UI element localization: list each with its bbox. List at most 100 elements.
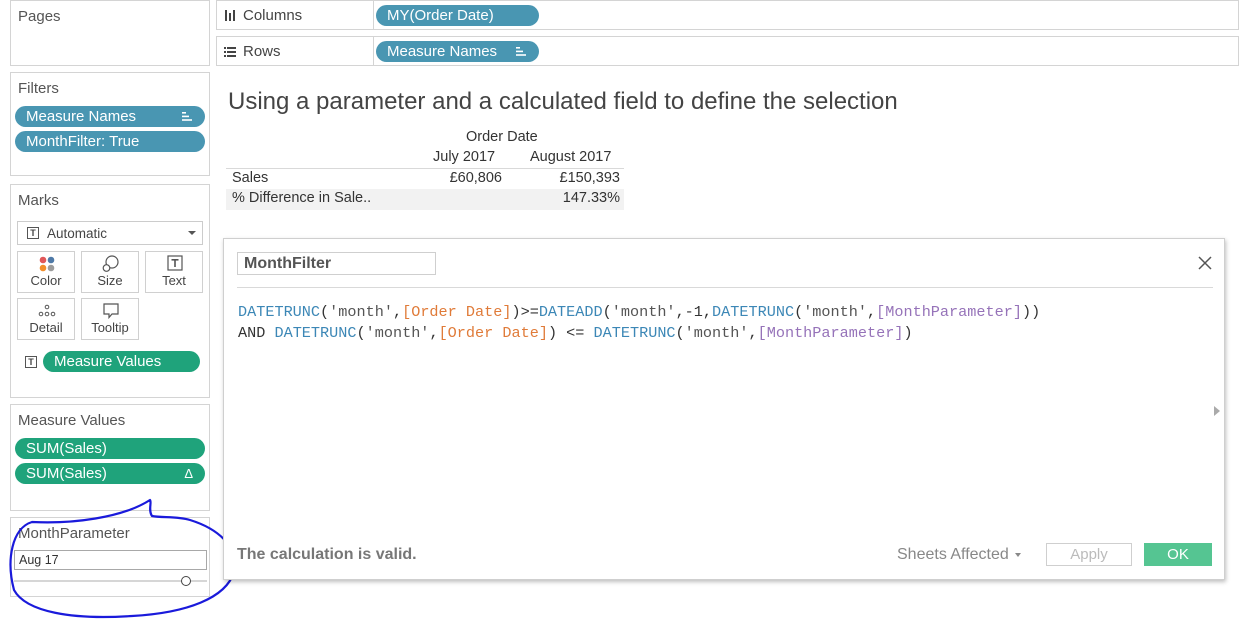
page-title: Using a parameter and a calculated field… xyxy=(228,88,898,115)
pages-card: Pages xyxy=(10,0,210,66)
cell-value: £150,393 xyxy=(559,170,620,186)
columns-icon xyxy=(224,8,236,27)
formula-token: 'month' xyxy=(684,324,749,342)
shelf-divider xyxy=(373,37,374,65)
shelf-divider xyxy=(373,1,374,29)
size-label: Size xyxy=(97,273,123,288)
formula-token: ( xyxy=(675,324,685,342)
formula-line: AND DATETRUNC('month',[Order Date]) <= D… xyxy=(238,324,913,342)
mark-type-dropdown[interactable]: T Automatic xyxy=(17,221,203,245)
apply-button[interactable]: Apply xyxy=(1046,543,1132,566)
formula-token: )) xyxy=(1021,303,1041,321)
formula-token: 'month' xyxy=(329,303,393,321)
column-group-header: Order Date xyxy=(466,129,538,145)
formula-token: [Order Date] xyxy=(402,303,512,321)
formula-token: , xyxy=(748,324,758,342)
filters-title: Filters xyxy=(18,80,59,97)
parameter-slider-handle[interactable] xyxy=(181,576,191,586)
columns-pill-order-date[interactable]: MY(Order Date) xyxy=(376,5,539,26)
measure-value-pill-label: SUM(Sales) xyxy=(26,465,107,482)
ok-button[interactable]: OK xyxy=(1144,543,1212,566)
formula-token: ( xyxy=(794,303,804,321)
filters-card: Filters Measure Names MonthFilter: True xyxy=(10,72,210,176)
tooltip-button[interactable]: Tooltip xyxy=(81,298,139,340)
crosstab: Order Date July 2017 August 2017 Sales £… xyxy=(226,125,626,215)
column-header-july[interactable]: July 2017 xyxy=(433,149,495,165)
formula-token: DATETRUNC xyxy=(593,324,676,342)
tooltip-icon xyxy=(103,303,119,320)
filter-pill-label: Measure Names xyxy=(26,108,137,125)
chevron-down-icon xyxy=(1015,552,1022,557)
measure-value-pill-delta[interactable]: SUM(Sales) Δ xyxy=(15,463,205,484)
formula-token: 'month' xyxy=(611,303,676,321)
formula-token: , xyxy=(392,303,403,321)
detail-icon xyxy=(38,304,56,317)
formula-editor[interactable]: DATETRUNC('month',[Order Date])>=DATEADD… xyxy=(224,295,1214,535)
text-button[interactable]: Text xyxy=(145,251,203,293)
formula-token: [MonthParameter] xyxy=(757,324,904,342)
rows-pill-measure-names[interactable]: Measure Names xyxy=(376,41,539,62)
calc-name: MonthFilter xyxy=(244,255,332,272)
detail-button[interactable]: Detail xyxy=(17,298,75,340)
cell-value: £60,806 xyxy=(449,170,502,186)
text-encoding-icon: T xyxy=(25,356,37,368)
columns-shelf[interactable]: Columns MY(Order Date) xyxy=(216,0,1239,30)
measure-value-pill[interactable]: SUM(Sales) xyxy=(15,438,205,459)
parameter-card: MonthParameter Aug 17 xyxy=(10,517,210,597)
size-button[interactable]: Size xyxy=(81,251,139,293)
filter-pill-measure-names[interactable]: Measure Names xyxy=(15,106,205,127)
parameter-title: MonthParameter xyxy=(18,525,130,542)
parameter-value: Aug 17 xyxy=(19,553,59,567)
formula-token: , xyxy=(429,324,439,342)
text-label: Text xyxy=(162,273,186,288)
parameter-slider-track[interactable] xyxy=(14,580,207,582)
column-header-august[interactable]: August 2017 xyxy=(530,149,611,165)
formula-token: AND xyxy=(238,324,275,342)
formula-line: DATETRUNC('month',[Order Date])>=DATEADD… xyxy=(238,303,1040,321)
sort-icon xyxy=(516,41,527,63)
mark-type-label: Automatic xyxy=(47,226,108,241)
formula-token: 'month' xyxy=(365,324,430,342)
measure-values-card: Measure Values SUM(Sales) SUM(Sales) Δ xyxy=(10,404,210,511)
color-icon xyxy=(39,256,55,272)
detail-label: Detail xyxy=(29,320,63,335)
marks-pill-measure-values[interactable]: Measure Values xyxy=(43,351,200,372)
formula-token: DATETRUNC xyxy=(274,324,357,342)
expand-arrow-icon[interactable] xyxy=(1214,406,1220,416)
parameter-value-field[interactable]: Aug 17 xyxy=(14,550,207,570)
color-label: Color xyxy=(30,273,62,288)
formula-token: DATEADD xyxy=(538,303,603,321)
color-button[interactable]: Color xyxy=(17,251,75,293)
sheets-affected-dropdown[interactable]: Sheets Affected xyxy=(897,546,1022,564)
rows-shelf[interactable]: Rows Measure Names xyxy=(216,36,1239,66)
pages-title: Pages xyxy=(18,8,61,25)
row-label: % Difference in Sale.. xyxy=(232,190,372,206)
rows-label: Rows xyxy=(243,43,281,60)
sheets-affected-label: Sheets Affected xyxy=(897,546,1009,563)
size-icon xyxy=(102,255,119,272)
formula-token: [MonthParameter] xyxy=(876,303,1022,321)
formula-token: ) <= xyxy=(547,324,594,342)
columns-label: Columns xyxy=(243,7,303,24)
formula-token: , xyxy=(867,303,877,321)
row-label: Sales xyxy=(232,170,269,186)
text-icon xyxy=(167,255,183,271)
formula-token: ) xyxy=(903,324,913,342)
text-mark-icon: T xyxy=(27,227,39,239)
table-row: Sales £60,806 £150,393 xyxy=(226,169,624,190)
formula-token: ( xyxy=(602,303,612,321)
table-row: % Difference in Sale.. 147.33% xyxy=(226,189,624,210)
rows-pill-label: Measure Names xyxy=(387,43,498,60)
formula-token: 'month' xyxy=(803,303,867,321)
chevron-down-icon xyxy=(188,231,196,235)
calculation-dialog: MonthFilter DATETRUNC('month',[Order Dat… xyxy=(223,238,1225,580)
delta-icon: Δ xyxy=(184,466,193,481)
formula-token: DATETRUNC xyxy=(712,303,795,321)
tooltip-label: Tooltip xyxy=(91,320,129,335)
close-icon[interactable] xyxy=(1198,256,1212,270)
filter-pill-monthfilter[interactable]: MonthFilter: True xyxy=(15,131,205,152)
marks-title: Marks xyxy=(18,192,59,209)
measure-values-title: Measure Values xyxy=(18,412,126,429)
calc-name-field[interactable]: MonthFilter xyxy=(237,252,436,275)
formula-token: )>= xyxy=(511,303,539,321)
